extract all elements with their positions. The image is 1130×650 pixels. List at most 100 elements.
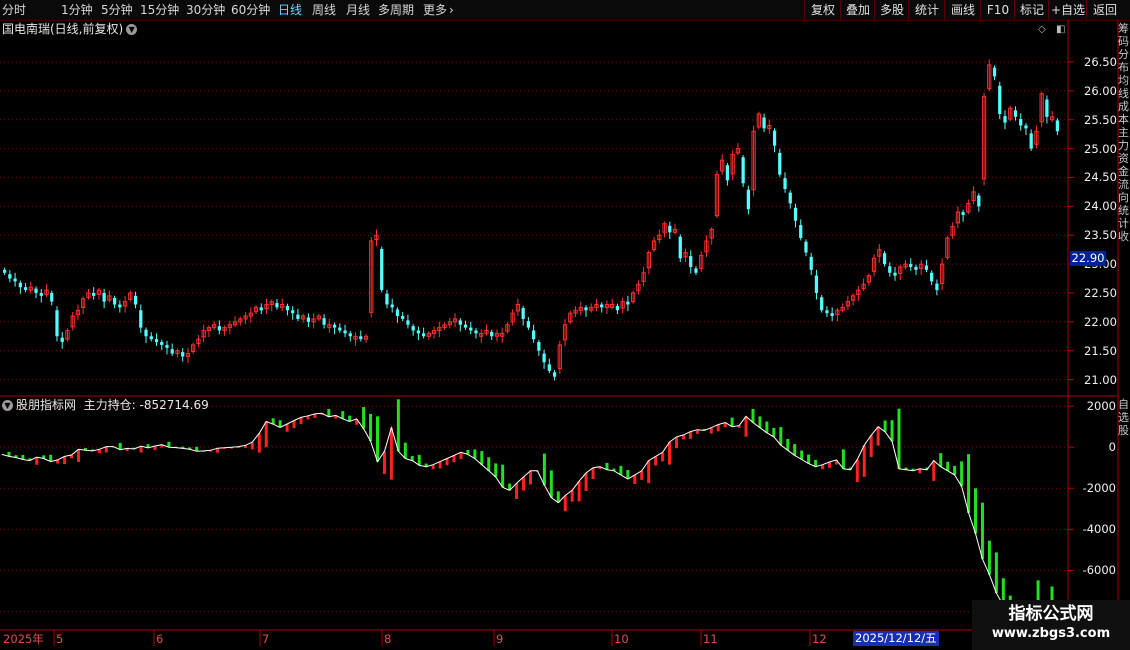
indicator-bar bbox=[362, 407, 366, 429]
chevron-down-icon[interactable]: ▼ bbox=[2, 400, 13, 411]
indicator-bar bbox=[779, 427, 783, 446]
candle-body bbox=[112, 298, 117, 305]
candle-body bbox=[385, 293, 389, 305]
candle-body bbox=[882, 253, 887, 265]
window-icon[interactable]: ◧ bbox=[1056, 24, 1065, 35]
price-tick-label: 24.00 bbox=[1084, 199, 1117, 214]
indicator-tick-label: 0 bbox=[1108, 440, 1116, 455]
stock-title[interactable]: 国电南瑞(日线,前复权) ▼ bbox=[2, 22, 138, 36]
candle-body bbox=[55, 310, 59, 337]
indicator-bar bbox=[403, 442, 407, 459]
candle-body bbox=[1055, 120, 1060, 132]
candle-body bbox=[332, 324, 337, 328]
candle-body bbox=[531, 330, 536, 340]
candle-body bbox=[547, 364, 551, 371]
candle-body bbox=[1013, 110, 1018, 117]
price-tick-label: 22.50 bbox=[1084, 285, 1117, 300]
candle-body bbox=[13, 278, 17, 282]
candle-body bbox=[992, 67, 997, 77]
indicator-bar bbox=[897, 408, 901, 469]
indicator-line bbox=[1, 412, 1053, 626]
indicator-title[interactable]: ▼ 股朋指标网 主力持仓: -852714.69 bbox=[2, 398, 209, 412]
candle-body bbox=[422, 333, 426, 337]
indicator-bar bbox=[417, 454, 421, 466]
candle-body bbox=[830, 313, 834, 317]
candle-body bbox=[600, 304, 604, 308]
candle-body bbox=[799, 225, 803, 239]
candle-body bbox=[521, 308, 525, 319]
x-axis-month-label: 5 bbox=[56, 632, 64, 646]
candle-body bbox=[165, 344, 169, 348]
candle-body bbox=[935, 283, 939, 291]
candle-body bbox=[746, 189, 750, 210]
candle-body bbox=[814, 275, 819, 293]
indicator-bar bbox=[542, 453, 546, 486]
side-panel-tabs[interactable]: 筹码分布均线成本主力资金流向统计收 bbox=[1118, 22, 1130, 392]
candle-body bbox=[772, 130, 777, 146]
candle-body bbox=[259, 307, 263, 311]
indicator-bar bbox=[883, 420, 887, 432]
indicator-bar bbox=[633, 474, 637, 484]
indicator-bar bbox=[647, 460, 651, 484]
indicator-bar bbox=[869, 435, 873, 457]
watermark-title: 指标公式网 bbox=[1008, 604, 1094, 624]
candlestick-series bbox=[2, 59, 1060, 381]
side-panel-tabs-lower[interactable]: 自选股 bbox=[1118, 398, 1130, 628]
indicator-bar bbox=[939, 453, 943, 467]
candle-body bbox=[909, 264, 913, 267]
candle-body bbox=[285, 305, 290, 311]
indicator-bar bbox=[549, 470, 553, 498]
candle-body bbox=[1019, 119, 1023, 126]
chevron-down-icon[interactable]: ▼ bbox=[126, 24, 138, 35]
candle-body bbox=[783, 178, 787, 190]
candle-body bbox=[8, 274, 12, 279]
indicator-bar bbox=[661, 452, 665, 462]
candle-body bbox=[118, 304, 122, 308]
candle-body bbox=[275, 303, 279, 308]
indicator-tick-label: -2000 bbox=[1082, 481, 1116, 496]
indicator-bar bbox=[584, 472, 588, 491]
indicator-bar bbox=[445, 458, 449, 466]
chart-canvas[interactable] bbox=[0, 0, 1130, 650]
indicator-bar bbox=[974, 488, 978, 534]
indicator-bars bbox=[7, 399, 1054, 638]
indicator-bar bbox=[841, 449, 845, 469]
diamond-icon[interactable]: ◇ bbox=[1038, 24, 1046, 35]
indicator-bar bbox=[501, 464, 505, 488]
indicator-bar bbox=[730, 417, 734, 427]
candle-body bbox=[584, 307, 588, 311]
candle-body bbox=[490, 331, 494, 337]
indicator-bar bbox=[862, 445, 866, 477]
x-axis-month-label: 10 bbox=[614, 632, 629, 646]
price-tick-label: 25.00 bbox=[1084, 141, 1117, 156]
indicator-bar bbox=[675, 436, 679, 449]
indicator-bar bbox=[765, 421, 769, 433]
indicator-bar bbox=[327, 409, 331, 417]
candle-body bbox=[359, 336, 363, 340]
indicator-bar bbox=[654, 456, 658, 466]
price-tick-label: 23.50 bbox=[1084, 228, 1117, 243]
current-price-badge: 22.90 bbox=[1070, 251, 1106, 266]
indicator-bar bbox=[63, 456, 67, 465]
indicator-bar bbox=[494, 463, 498, 477]
candle-body bbox=[762, 117, 766, 129]
candle-body bbox=[930, 272, 934, 282]
candle-body bbox=[338, 327, 342, 331]
x-axis-month-label: 6 bbox=[156, 632, 164, 646]
x-axis-month-label: 8 bbox=[384, 632, 392, 646]
x-axis-month-label: 9 bbox=[496, 632, 504, 646]
indicator-bar bbox=[619, 465, 623, 475]
indicator-bar bbox=[299, 417, 303, 425]
candle-body bbox=[217, 326, 221, 331]
indicator-bar bbox=[967, 454, 971, 513]
x-axis-year: 2025年 bbox=[3, 632, 44, 646]
indicator-bar bbox=[953, 465, 957, 475]
indicator-bar bbox=[49, 454, 53, 462]
candle-body bbox=[348, 333, 352, 337]
candle-body bbox=[291, 310, 295, 314]
indicator-bar bbox=[772, 427, 776, 437]
candle-body bbox=[809, 256, 813, 270]
indicator-tick-label: -6000 bbox=[1082, 563, 1116, 578]
indicator-bar bbox=[369, 413, 373, 442]
candle-body bbox=[914, 266, 918, 270]
